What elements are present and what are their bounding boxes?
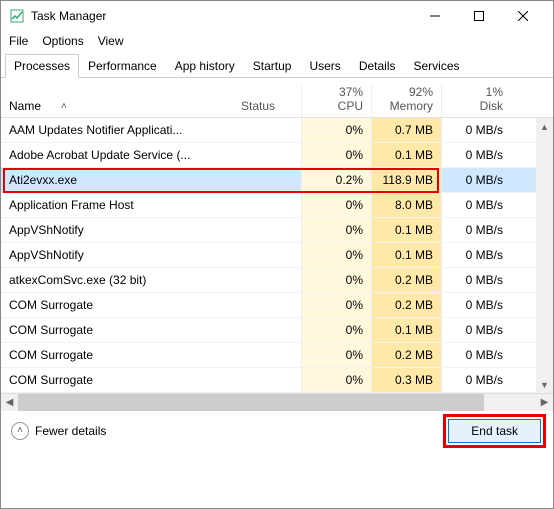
column-headers: ˄ Name Status 37% CPU 92% Memory 1% Disk — [1, 78, 553, 118]
col-name-label: Name — [9, 99, 41, 113]
process-row[interactable]: Application Frame Host0%8.0 MB0 MB/s — [1, 193, 553, 218]
process-name: AAM Updates Notifier Applicati... — [1, 123, 301, 137]
tab-processes[interactable]: Processes — [5, 54, 79, 78]
process-memory: 0.1 MB — [371, 218, 441, 242]
col-memory[interactable]: 92% Memory — [371, 85, 441, 117]
menu-view[interactable]: View — [98, 34, 124, 48]
process-disk: 0 MB/s — [441, 193, 511, 217]
process-memory: 0.1 MB — [371, 143, 441, 167]
process-row[interactable]: COM Surrogate0%0.1 MB0 MB/s — [1, 318, 553, 343]
process-row[interactable]: atkexComSvc.exe (32 bit)0%0.2 MB0 MB/s — [1, 268, 553, 293]
end-task-highlight: End task — [446, 417, 543, 445]
process-name: atkexComSvc.exe (32 bit) — [1, 273, 301, 287]
tab-app-history[interactable]: App history — [166, 54, 244, 78]
process-row[interactable]: COM Surrogate0%0.2 MB0 MB/s — [1, 343, 553, 368]
process-name: COM Surrogate — [1, 348, 301, 362]
process-cpu: 0% — [301, 218, 371, 242]
scroll-right-icon[interactable]: ▶ — [536, 394, 553, 411]
chevron-up-icon: ˄ — [11, 422, 29, 440]
fewer-details-toggle[interactable]: ˄ Fewer details — [11, 422, 106, 440]
process-memory: 0.7 MB — [371, 118, 441, 142]
process-memory: 118.9 MB — [371, 168, 441, 192]
process-memory: 0.1 MB — [371, 318, 441, 342]
process-name: AppVShNotify — [1, 223, 301, 237]
process-cpu: 0% — [301, 343, 371, 367]
scroll-down-icon[interactable]: ▼ — [536, 376, 553, 393]
tab-startup[interactable]: Startup — [244, 54, 301, 78]
process-row[interactable]: AAM Updates Notifier Applicati...0%0.7 M… — [1, 118, 553, 143]
process-row[interactable]: AppVShNotify0%0.1 MB0 MB/s — [1, 243, 553, 268]
process-name: COM Surrogate — [1, 323, 301, 337]
footer: ˄ Fewer details End task — [1, 410, 553, 450]
process-memory: 0.3 MB — [371, 368, 441, 392]
tab-users[interactable]: Users — [300, 54, 349, 78]
process-name: Application Frame Host — [1, 198, 301, 212]
process-row[interactable]: Ati2evxx.exe0.2%118.9 MB0 MB/s — [1, 168, 553, 193]
process-row[interactable]: AppVShNotify0%0.1 MB0 MB/s — [1, 218, 553, 243]
process-name: AppVShNotify — [1, 248, 301, 262]
process-cpu: 0% — [301, 368, 371, 392]
scroll-track[interactable] — [18, 394, 536, 411]
process-cpu: 0% — [301, 118, 371, 142]
process-disk: 0 MB/s — [441, 318, 511, 342]
process-name: Ati2evxx.exe — [1, 173, 301, 187]
tabbar: ProcessesPerformanceApp historyStartupUs… — [1, 53, 553, 78]
process-disk: 0 MB/s — [441, 268, 511, 292]
process-cpu: 0% — [301, 193, 371, 217]
scroll-thumb[interactable] — [18, 394, 484, 411]
menu-file[interactable]: File — [9, 34, 28, 48]
window-title: Task Manager — [31, 9, 106, 23]
horizontal-scrollbar[interactable]: ◀ ▶ — [1, 393, 553, 410]
process-disk: 0 MB/s — [441, 343, 511, 367]
close-button[interactable] — [501, 1, 545, 31]
process-disk: 0 MB/s — [441, 168, 511, 192]
process-cpu: 0% — [301, 143, 371, 167]
vertical-scrollbar[interactable]: ▲ ▼ — [536, 118, 553, 393]
process-disk: 0 MB/s — [441, 118, 511, 142]
process-memory: 0.2 MB — [371, 343, 441, 367]
menu-options[interactable]: Options — [42, 34, 83, 48]
minimize-button[interactable] — [413, 1, 457, 31]
process-disk: 0 MB/s — [441, 243, 511, 267]
col-name[interactable]: ˄ Name — [1, 99, 241, 117]
process-memory: 0.1 MB — [371, 243, 441, 267]
process-disk: 0 MB/s — [441, 293, 511, 317]
process-name: Adobe Acrobat Update Service (... — [1, 148, 301, 162]
col-disk[interactable]: 1% Disk — [441, 85, 511, 117]
col-cpu[interactable]: 37% CPU — [301, 85, 371, 117]
process-row[interactable]: Adobe Acrobat Update Service (...0%0.1 M… — [1, 143, 553, 168]
process-cpu: 0.2% — [301, 168, 371, 192]
tab-services[interactable]: Services — [405, 54, 469, 78]
process-memory: 0.2 MB — [371, 268, 441, 292]
process-name: COM Surrogate — [1, 298, 301, 312]
process-cpu: 0% — [301, 268, 371, 292]
menubar: File Options View — [1, 31, 553, 51]
process-disk: 0 MB/s — [441, 218, 511, 242]
process-name: COM Surrogate — [1, 373, 301, 387]
titlebar: Task Manager — [1, 1, 553, 31]
end-task-button[interactable]: End task — [448, 419, 541, 443]
process-cpu: 0% — [301, 293, 371, 317]
scroll-left-icon[interactable]: ◀ — [1, 394, 18, 411]
process-cpu: 0% — [301, 318, 371, 342]
tab-performance[interactable]: Performance — [79, 54, 166, 78]
scroll-up-icon[interactable]: ▲ — [536, 118, 553, 135]
app-icon — [9, 8, 25, 24]
process-cpu: 0% — [301, 243, 371, 267]
process-disk: 0 MB/s — [441, 143, 511, 167]
maximize-button[interactable] — [457, 1, 501, 31]
process-row[interactable]: COM Surrogate0%0.2 MB0 MB/s — [1, 293, 553, 318]
process-table: AAM Updates Notifier Applicati...0%0.7 M… — [1, 118, 553, 393]
process-memory: 0.2 MB — [371, 293, 441, 317]
process-disk: 0 MB/s — [441, 368, 511, 392]
tab-details[interactable]: Details — [350, 54, 405, 78]
sort-ascending-icon: ˄ — [61, 101, 67, 112]
col-status[interactable]: Status — [241, 99, 301, 117]
process-row[interactable]: COM Surrogate0%0.3 MB0 MB/s — [1, 368, 553, 393]
process-memory: 8.0 MB — [371, 193, 441, 217]
